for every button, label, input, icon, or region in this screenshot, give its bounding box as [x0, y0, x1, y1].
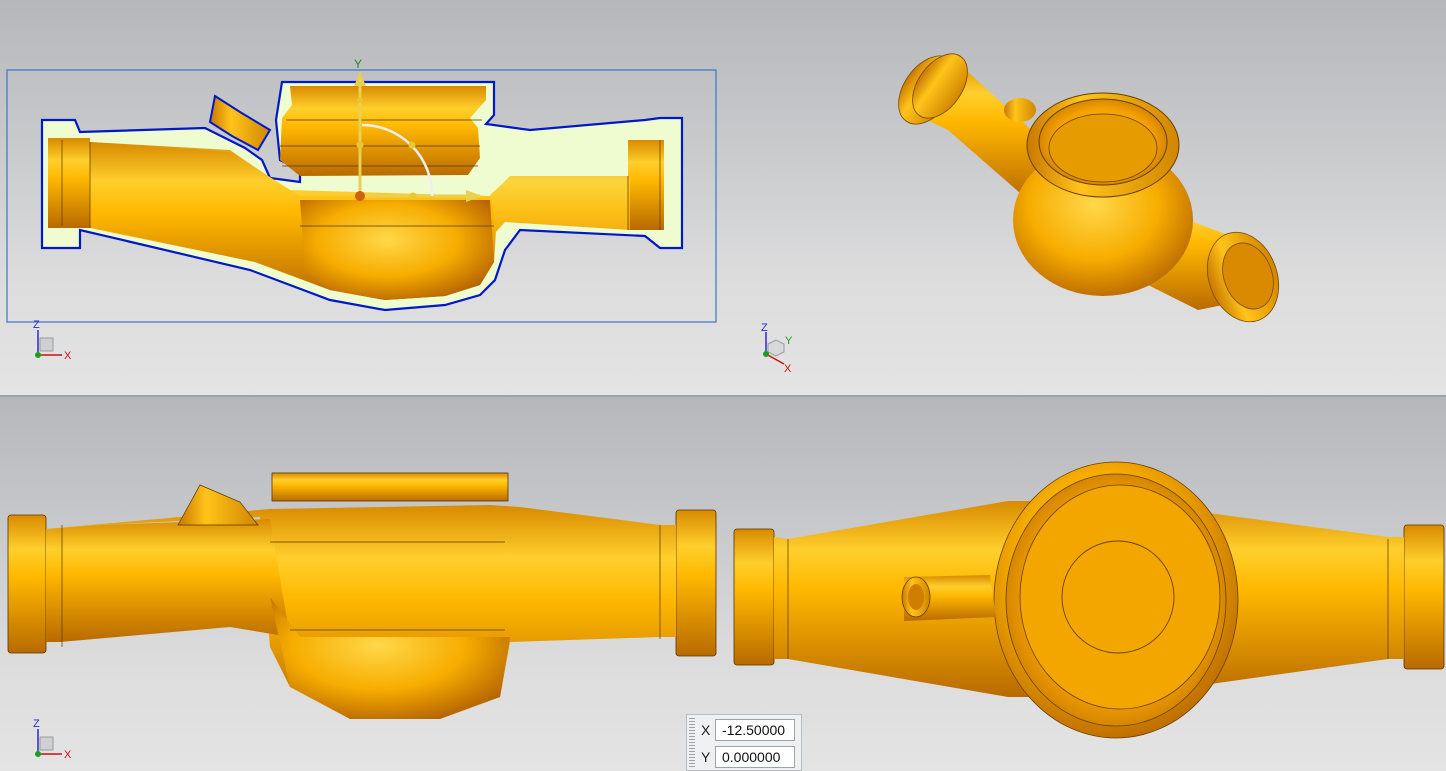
triad-y-label: Y	[785, 335, 793, 347]
coordinate-panel[interactable]: X -12.50000 Y 0.000000	[686, 714, 802, 771]
section-view-canvas[interactable]: Y	[0, 0, 728, 395]
viewport-front-section[interactable]: Y Z X	[0, 0, 728, 395]
isometric-view-canvas[interactable]	[728, 0, 1446, 395]
triad-z-label: Z	[33, 718, 40, 730]
viewport-isometric[interactable]: Z Y X	[728, 0, 1446, 395]
coord-y-label: Y	[701, 749, 711, 765]
coord-y-field[interactable]: 0.000000	[715, 746, 795, 768]
grip-icon[interactable]	[689, 718, 695, 768]
section-lower-bowl	[300, 200, 494, 300]
triad-z-label: Z	[33, 319, 40, 331]
coord-row-x: X -12.50000	[701, 718, 795, 742]
coord-row-y: Y 0.000000	[701, 745, 795, 769]
meter-body-iso	[898, 53, 1280, 323]
triad-icon: Z X	[30, 318, 90, 368]
triad-icon: Z X	[30, 717, 90, 767]
triad-x-label: X	[64, 350, 72, 362]
triad-z-label: Z	[761, 322, 768, 334]
triad-x-label: X	[784, 363, 792, 372]
front-view-canvas[interactable]	[0, 397, 728, 771]
viewport-top[interactable]	[728, 397, 1446, 771]
meter-body-top	[733, 461, 1445, 739]
viewport-front[interactable]: Z X	[0, 397, 728, 771]
right-flange-inner	[628, 140, 664, 230]
top-view-canvas[interactable]	[728, 397, 1446, 771]
section-top-bowl	[280, 86, 486, 176]
left-flange-inner	[48, 138, 90, 228]
coord-x-field[interactable]: -12.50000	[715, 719, 795, 741]
coord-x-label: X	[701, 722, 711, 738]
meter-body-front	[7, 472, 717, 719]
triad-icon: Z Y X	[758, 322, 818, 375]
triad-x-label: X	[64, 749, 72, 761]
handle-y-label: Y	[354, 57, 362, 71]
